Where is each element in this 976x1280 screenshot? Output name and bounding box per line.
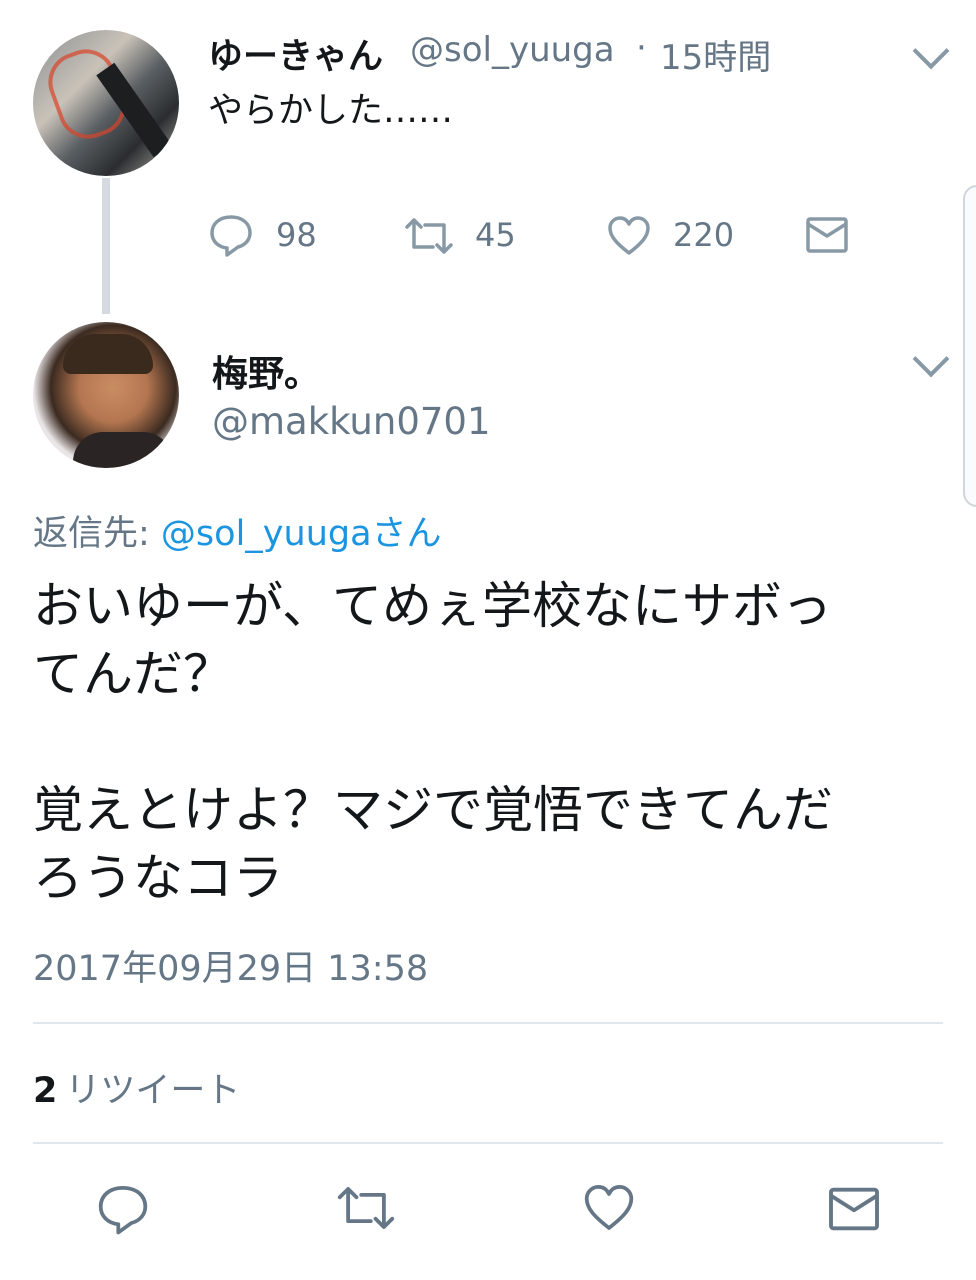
mail-icon[interactable] — [805, 216, 849, 254]
thread-connector — [102, 178, 110, 314]
retweet-stats[interactable]: 2 リツイート — [33, 1062, 240, 1113]
parent-display-name[interactable]: ゆーきゃん — [208, 28, 383, 79]
divider — [33, 1022, 943, 1024]
reply-count: 98 — [276, 216, 317, 254]
reply-icon[interactable] — [208, 213, 254, 257]
parent-avatar[interactable] — [33, 30, 179, 176]
retweet-icon[interactable] — [403, 217, 455, 255]
mail-icon[interactable] — [827, 1186, 881, 1232]
heart-icon[interactable] — [606, 215, 652, 257]
reply-display-name[interactable]: 梅野。 — [212, 345, 320, 397]
reply-to-mention[interactable]: @sol_yuugaさん — [161, 514, 442, 554]
retweet-stat-label: リツイート — [65, 1071, 241, 1111]
chevron-down-icon[interactable] — [912, 32, 950, 70]
divider — [33, 1142, 943, 1144]
body-line: てんだ？ — [33, 645, 233, 703]
parent-separator: · — [636, 28, 647, 68]
reply-avatar[interactable] — [33, 322, 179, 468]
scrollbar[interactable] — [963, 185, 976, 507]
reply-to-line: 返信先: @sol_yuugaさん — [33, 505, 442, 556]
retweet-stat-count: 2 — [33, 1071, 58, 1111]
like-count: 220 — [673, 216, 735, 254]
body-line: おいゆーが、てめぇ学校なにサボっ — [33, 577, 832, 635]
parent-relative-time[interactable]: 15時間 — [660, 30, 771, 79]
reply-to-label: 返信先: — [33, 514, 161, 554]
retweet-icon[interactable] — [335, 1185, 397, 1231]
tweet-timestamp[interactable]: 2017年09月29日 13:58 — [33, 940, 428, 991]
reply-handle[interactable]: @makkun0701 — [212, 400, 491, 443]
body-line: 覚えとけよ？マジで覚悟できてんだ — [33, 781, 833, 839]
parent-tweet-text: やらかした…… — [208, 91, 454, 131]
reply-icon[interactable] — [96, 1183, 150, 1235]
parent-handle[interactable]: @sol_yuuga — [410, 30, 615, 70]
heart-icon[interactable] — [582, 1183, 636, 1233]
retweet-count: 45 — [475, 216, 516, 254]
reply-tweet-text: おいゆーが、てめぇ学校なにサボっ てんだ？ 覚えとけよ？マジで覚悟できてんだ ろ… — [33, 572, 948, 912]
body-line: ろうなコラ — [33, 849, 283, 907]
chevron-down-icon[interactable] — [912, 340, 950, 378]
